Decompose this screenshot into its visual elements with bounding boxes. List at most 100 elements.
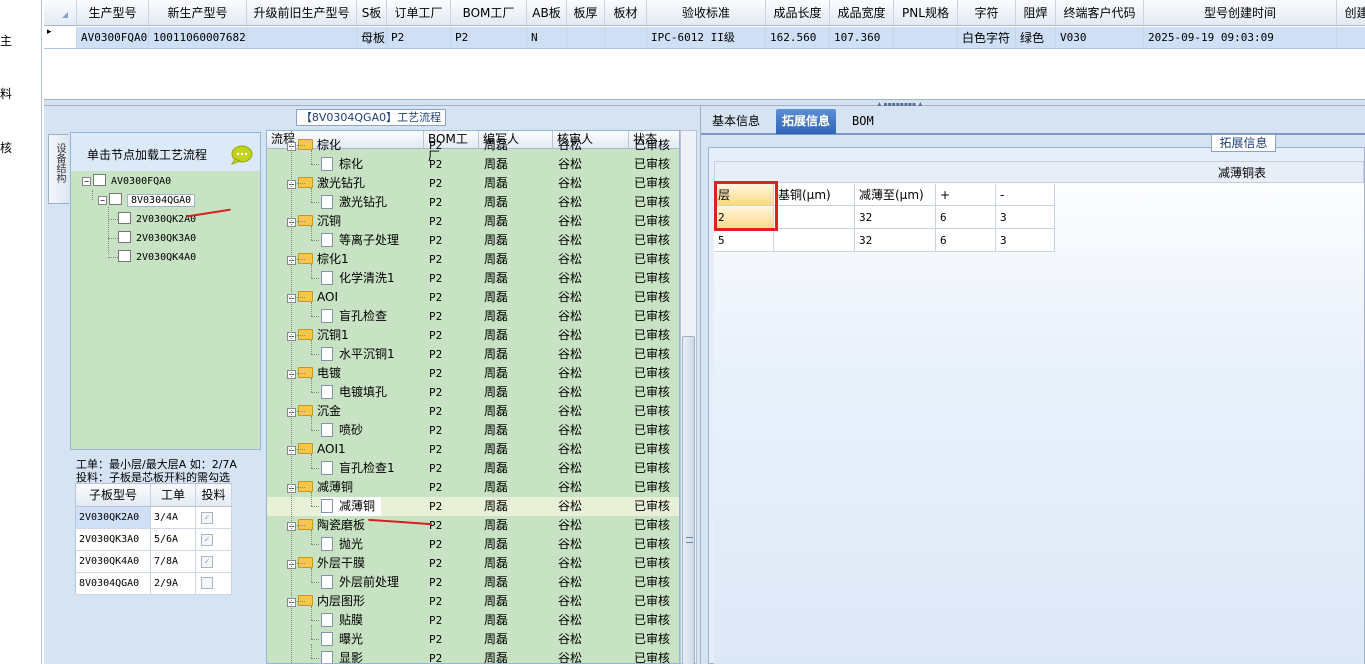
process-name-cell[interactable]: − 棕化 bbox=[287, 136, 341, 155]
reviewer-cell[interactable]: 谷松 bbox=[558, 440, 582, 459]
process-name-cell[interactable]: 等离子处理 bbox=[321, 231, 399, 250]
reviewer-cell[interactable]: 谷松 bbox=[558, 592, 582, 611]
cell[interactable]: P2 bbox=[387, 27, 451, 48]
status-cell[interactable]: 已审核 bbox=[634, 402, 670, 421]
status-cell[interactable]: 已审核 bbox=[634, 592, 670, 611]
tree-node-selected[interactable]: − 8V0304QGA0 bbox=[98, 193, 196, 209]
status-cell[interactable]: 已审核 bbox=[634, 288, 670, 307]
cell[interactable]: IPC-6012 II级 bbox=[647, 27, 766, 48]
thin-copper-row[interactable]: 5 32 6 3 bbox=[714, 229, 1055, 252]
bom-factory-cell[interactable]: P2 bbox=[429, 174, 442, 193]
col-header[interactable]: 终端客户代码 bbox=[1056, 0, 1144, 25]
process-row[interactable]: 化学清洗1 P2 周磊 谷松 已审核 bbox=[267, 269, 679, 288]
left-nav-char[interactable]: 核 bbox=[0, 139, 12, 156]
tab-basic-info[interactable]: 基本信息 bbox=[706, 109, 766, 134]
status-cell[interactable]: 已审核 bbox=[634, 383, 670, 402]
col-header[interactable]: 型号创建时间 bbox=[1144, 0, 1337, 25]
cell[interactable]: 32 bbox=[855, 229, 936, 251]
cell[interactable]: N bbox=[527, 27, 567, 48]
cell[interactable]: 白色字符 bbox=[958, 27, 1016, 48]
writer-cell[interactable]: 周磊 bbox=[484, 326, 508, 345]
tab-device-structure[interactable]: 设备结构 bbox=[48, 134, 69, 204]
process-name-cell[interactable]: 盲孔检查 bbox=[321, 307, 387, 326]
process-name-cell[interactable]: 盲孔检查1 bbox=[321, 459, 395, 478]
cell[interactable] bbox=[605, 27, 647, 48]
status-cell[interactable]: 已审核 bbox=[634, 478, 670, 497]
writer-cell[interactable]: 周磊 bbox=[484, 402, 508, 421]
col-header[interactable]: 新生产型号 bbox=[149, 0, 247, 25]
bom-factory-cell[interactable]: P2 bbox=[429, 155, 442, 174]
reviewer-cell[interactable]: 谷松 bbox=[558, 573, 582, 592]
cell[interactable] bbox=[774, 229, 855, 251]
bom-factory-cell[interactable]: P2 bbox=[429, 554, 442, 573]
process-name-cell[interactable]: 电镀填孔 bbox=[321, 383, 387, 402]
col-header[interactable]: AB板 bbox=[527, 0, 567, 25]
reviewer-cell[interactable]: 谷松 bbox=[558, 649, 582, 663]
writer-cell[interactable]: 周磊 bbox=[484, 288, 508, 307]
writer-cell[interactable]: 周磊 bbox=[484, 611, 508, 630]
process-row[interactable]: − 陶瓷磨板 P2 周磊 谷松 已审核 bbox=[267, 516, 679, 535]
cell[interactable]: 2V030QK4A0 bbox=[76, 551, 151, 572]
reviewer-cell[interactable]: 谷松 bbox=[558, 193, 582, 212]
process-row[interactable]: 激光钻孔 P2 周磊 谷松 已审核 bbox=[267, 193, 679, 212]
reviewer-cell[interactable]: 谷松 bbox=[558, 136, 582, 155]
process-name-cell[interactable]: 贴膜 bbox=[321, 611, 363, 630]
process-name-cell[interactable]: − 沉金 bbox=[287, 402, 341, 421]
cell[interactable]: 2/9A bbox=[151, 573, 196, 594]
col-header[interactable]: 板材 bbox=[605, 0, 647, 25]
status-cell[interactable]: 已审核 bbox=[634, 326, 670, 345]
writer-cell[interactable]: 周磊 bbox=[484, 364, 508, 383]
bom-factory-cell[interactable]: P2 bbox=[429, 497, 442, 516]
status-cell[interactable]: 已审核 bbox=[634, 497, 670, 516]
reviewer-cell[interactable]: 谷松 bbox=[558, 345, 582, 364]
bom-factory-cell[interactable]: P2 bbox=[429, 611, 442, 630]
bom-factory-cell[interactable]: P2 bbox=[429, 383, 442, 402]
status-cell[interactable]: 已审核 bbox=[634, 554, 670, 573]
reviewer-cell[interactable]: 谷松 bbox=[558, 535, 582, 554]
status-cell[interactable]: 已审核 bbox=[634, 573, 670, 592]
bom-factory-cell[interactable]: P2 bbox=[429, 649, 442, 663]
writer-cell[interactable]: 周磊 bbox=[484, 383, 508, 402]
writer-cell[interactable]: 周磊 bbox=[484, 212, 508, 231]
process-row[interactable]: 贴膜 P2 周磊 谷松 已审核 bbox=[267, 611, 679, 630]
writer-cell[interactable]: 周磊 bbox=[484, 649, 508, 663]
collapse-icon[interactable]: − bbox=[98, 196, 107, 205]
status-cell[interactable]: 已审核 bbox=[634, 459, 670, 478]
process-row[interactable]: 电镀填孔 P2 周磊 谷松 已审核 bbox=[267, 383, 679, 402]
process-row[interactable]: 减薄铜 P2 周磊 谷松 已审核 bbox=[267, 497, 679, 516]
col-header[interactable]: 板厚 bbox=[567, 0, 605, 25]
tab-extended-info[interactable]: 拓展信息 bbox=[776, 109, 837, 134]
bom-factory-cell[interactable]: P2 bbox=[429, 269, 442, 288]
process-name-cell[interactable]: − 电镀 bbox=[287, 364, 341, 383]
reviewer-cell[interactable]: 谷松 bbox=[558, 269, 582, 288]
left-nav-char[interactable]: 料 bbox=[0, 85, 12, 102]
writer-cell[interactable]: 周磊 bbox=[484, 307, 508, 326]
reviewer-cell[interactable]: 谷松 bbox=[558, 554, 582, 573]
cell[interactable]: 绿色 bbox=[1016, 27, 1056, 48]
bom-factory-cell[interactable]: P2 bbox=[429, 459, 442, 478]
reviewer-cell[interactable]: 谷松 bbox=[558, 250, 582, 269]
feed-checkbox-cell[interactable]: ✓ bbox=[196, 529, 232, 550]
col-header[interactable]: 阻焊 bbox=[1016, 0, 1056, 25]
process-row[interactable]: − 电镀 P2 周磊 谷松 已审核 bbox=[267, 364, 679, 383]
cell[interactable]: 5 bbox=[714, 229, 774, 251]
status-cell[interactable]: 已审核 bbox=[634, 630, 670, 649]
process-name-cell[interactable]: 曝光 bbox=[321, 630, 363, 649]
bom-factory-cell[interactable]: P2 bbox=[429, 345, 442, 364]
process-row[interactable]: 显影 P2 周磊 谷松 已审核 bbox=[267, 649, 679, 663]
cell[interactable]: 5/6A bbox=[151, 529, 196, 550]
col-header[interactable]: 投料 bbox=[196, 484, 232, 506]
status-cell[interactable]: 已审核 bbox=[634, 611, 670, 630]
cell[interactable]: 107.360 bbox=[830, 27, 894, 48]
writer-cell[interactable]: 周磊 bbox=[484, 250, 508, 269]
feed-checkbox[interactable]: ✓ bbox=[201, 512, 213, 524]
process-row[interactable]: 外层前处理 P2 周磊 谷松 已审核 bbox=[267, 573, 679, 592]
col-header[interactable]: 订单工厂 bbox=[387, 0, 451, 25]
writer-cell[interactable]: 周磊 bbox=[484, 592, 508, 611]
sub-board-row[interactable]: 2V030QK2A0 3/4A ✓ bbox=[75, 507, 232, 529]
process-row[interactable]: − 减薄铜 P2 周磊 谷松 已审核 bbox=[267, 478, 679, 497]
writer-cell[interactable]: 周磊 bbox=[484, 478, 508, 497]
writer-cell[interactable]: 周磊 bbox=[484, 516, 508, 535]
process-row[interactable]: − 沉金 P2 周磊 谷松 已审核 bbox=[267, 402, 679, 421]
bom-factory-cell[interactable]: P2 bbox=[429, 231, 442, 250]
